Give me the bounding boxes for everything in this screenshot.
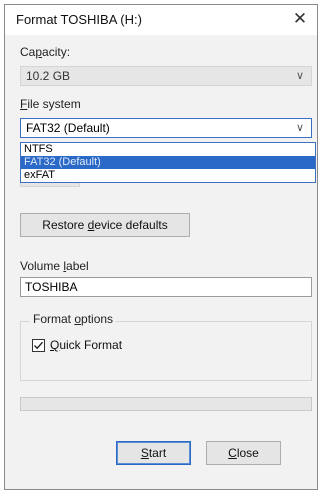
format-progress-bar bbox=[20, 397, 312, 411]
restore-defaults-button[interactable]: Restore device defaults bbox=[20, 213, 190, 237]
file-system-select[interactable]: FAT32 (Default) ∨ bbox=[20, 118, 312, 138]
close-icon[interactable]: ✕ bbox=[289, 8, 311, 30]
file-system-dropdown-list: NTFS FAT32 (Default) exFAT bbox=[20, 142, 316, 183]
capacity-label: Capacity: bbox=[20, 45, 71, 59]
title-bar: Format TOSHIBA (H:) ✕ bbox=[5, 5, 317, 35]
close-button[interactable]: Close bbox=[206, 441, 281, 465]
quick-format-checkbox[interactable] bbox=[32, 339, 45, 352]
format-dialog: Format TOSHIBA (H:) ✕ Capacity: 10.2 GB … bbox=[4, 4, 318, 490]
dialog-title: Format TOSHIBA (H:) bbox=[16, 12, 142, 27]
capacity-value: 10.2 GB bbox=[26, 69, 71, 83]
chevron-down-icon: ∨ bbox=[295, 70, 304, 82]
file-system-label: File system bbox=[20, 97, 81, 111]
volume-label-label: Volume label bbox=[20, 259, 89, 273]
volume-label-input[interactable]: TOSHIBA bbox=[20, 277, 312, 297]
checkmark-icon bbox=[34, 341, 44, 350]
format-options-title: Format options bbox=[30, 312, 117, 326]
chevron-down-icon: ∨ bbox=[295, 122, 304, 134]
quick-format-label[interactable]: Quick Format bbox=[50, 338, 122, 352]
capacity-select[interactable]: 10.2 GB ∨ bbox=[20, 66, 312, 86]
dropdown-option-exfat[interactable]: exFAT bbox=[21, 169, 315, 182]
file-system-value: FAT32 (Default) bbox=[26, 121, 110, 135]
start-button[interactable]: Start bbox=[116, 441, 191, 465]
dropdown-option-fat32[interactable]: FAT32 (Default) bbox=[21, 156, 315, 169]
dropdown-option-ntfs[interactable]: NTFS bbox=[21, 143, 315, 156]
